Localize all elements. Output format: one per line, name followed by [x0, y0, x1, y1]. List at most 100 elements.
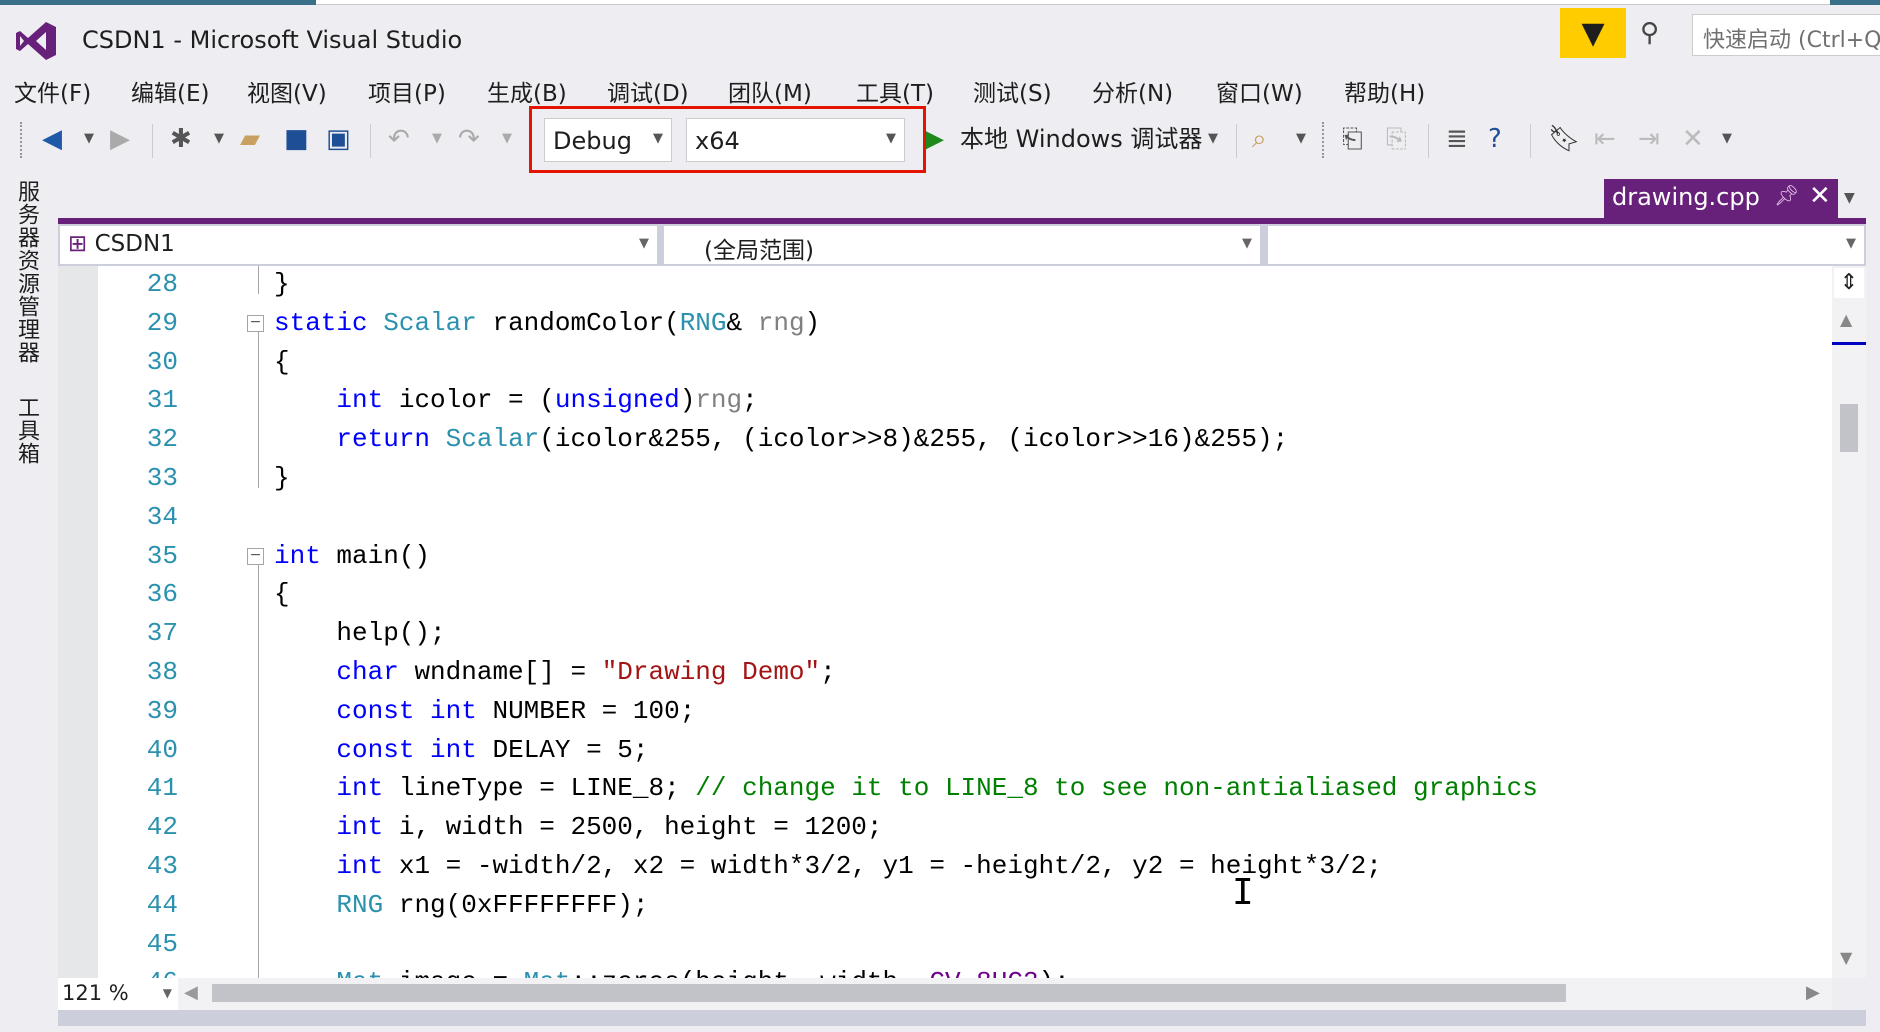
collapse-icon[interactable]: −: [247, 314, 264, 332]
toolbar-overflow-icon[interactable]: ▼: [1722, 122, 1732, 156]
window-title: CSDN1 - Microsoft Visual Studio: [82, 26, 463, 54]
redo-icon[interactable]: ↷: [458, 122, 480, 156]
code-token: );: [1039, 967, 1070, 978]
horizontal-scrollbar[interactable]: ◀ ▶: [178, 978, 1832, 1010]
menu-window[interactable]: 窗口(W): [1216, 74, 1303, 108]
scroll-left-icon[interactable]: ◀: [184, 982, 198, 1003]
next-bookmark-icon[interactable]: ⇥: [1638, 122, 1660, 156]
code-text: int x1 = -width/2, x2 = width*3/2, y1 = …: [274, 847, 1381, 886]
code-token: DELAY = 5;: [476, 734, 649, 765]
menu-team[interactable]: 团队(M): [728, 74, 812, 108]
new-project-dropdown-icon[interactable]: ▼: [214, 122, 224, 156]
code-editor[interactable]: 28} 29− static Scalar randomColor(RNG& rng…: [58, 266, 1832, 978]
scope-select[interactable]: (全局范围) ▼: [664, 226, 1260, 264]
menu-view[interactable]: 视图(V): [247, 74, 327, 108]
code-token: const: [336, 695, 415, 726]
forward-icon[interactable]: ▶: [110, 122, 130, 156]
save-all-icon[interactable]: ▣: [326, 122, 351, 156]
collapse-icon[interactable]: −: [247, 547, 264, 565]
tab-label: drawing.cpp: [1612, 183, 1760, 211]
code-line: 45: [58, 925, 1832, 964]
scroll-up-icon[interactable]: ▲: [1840, 310, 1852, 329]
notification-filter-icon[interactable]: ▼: [1560, 8, 1626, 58]
code-token: RNG: [336, 889, 384, 920]
menu-tools[interactable]: 工具(T): [856, 74, 934, 108]
find-in-files-icon[interactable]: ⌕: [1252, 122, 1267, 156]
open-file-icon[interactable]: ▰: [240, 122, 260, 156]
code-line: 38 char wndname[] = "Drawing Demo";: [58, 653, 1832, 692]
code-text: return Scalar(icolor&255, (icolor>>8)&25…: [274, 420, 1288, 459]
undo-icon[interactable]: ↶: [388, 122, 410, 156]
vertical-scroll-thumb[interactable]: [1840, 404, 1858, 452]
scroll-right-icon[interactable]: ▶: [1806, 982, 1820, 1003]
quick-info-icon[interactable]: ?: [1488, 122, 1502, 156]
menu-test[interactable]: 测试(S): [973, 74, 1052, 108]
project-value: CSDN1: [94, 231, 175, 257]
menu-edit[interactable]: 编辑(E): [131, 74, 209, 108]
code-line: 29 − static Scalar randomColor(RNG& rng): [58, 304, 1832, 343]
line-number: 41: [146, 773, 178, 804]
member-select[interactable]: ▼: [1268, 226, 1864, 264]
vertical-scrollbar[interactable]: ⇕ ▲ ▼: [1832, 266, 1866, 978]
toolbar-overflow-icon[interactable]: ▼: [1296, 122, 1306, 156]
code-line: 34: [58, 498, 1832, 537]
split-window-icon[interactable]: ⇕: [1834, 268, 1864, 298]
code-text: const int DELAY = 5;: [274, 731, 649, 770]
tab-list-dropdown-icon[interactable]: ▼: [1844, 190, 1855, 206]
start-debugger-button[interactable]: 本地 Windows 调试器: [960, 122, 1202, 156]
toolbox-tab[interactable]: 工具箱: [10, 396, 42, 465]
save-icon[interactable]: ■: [284, 122, 309, 156]
server-explorer-tab[interactable]: 服务器资源管理器: [10, 180, 42, 364]
zoom-select[interactable]: 121 % ▼: [58, 978, 178, 1010]
pin-icon[interactable]: 📌︎: [1774, 183, 1799, 207]
step-into-icon[interactable]: ⎗: [1342, 122, 1363, 156]
menu-build[interactable]: 生成(B): [487, 74, 567, 108]
code-token: &: [726, 307, 758, 338]
outline-guide: [258, 564, 259, 978]
back-dropdown-icon[interactable]: ▼: [84, 122, 94, 156]
back-icon[interactable]: ◀: [42, 122, 62, 156]
scroll-down-icon[interactable]: ▼: [1840, 948, 1852, 967]
project-select[interactable]: ⊞ CSDN1 ▼: [60, 226, 657, 264]
highlight-box: [529, 106, 926, 173]
start-debug-icon[interactable]: ▶: [924, 122, 944, 156]
code-token: ;: [820, 657, 836, 687]
code-token: ): [804, 307, 821, 338]
code-text: {: [274, 575, 290, 614]
new-project-icon[interactable]: ✱: [170, 122, 192, 156]
bookmark-icon[interactable]: 🔖︎: [1548, 122, 1581, 156]
undo-dropdown-icon[interactable]: ▼: [432, 122, 442, 156]
code-line: 37 help();: [58, 614, 1832, 653]
toolbar-grip[interactable]: [1322, 122, 1326, 158]
menu-project[interactable]: 项目(P): [368, 74, 446, 108]
code-token: main(): [320, 540, 431, 571]
feedback-icon[interactable]: ⚲: [1640, 18, 1659, 48]
horizontal-scroll-thumb[interactable]: [212, 984, 1566, 1002]
line-number: 32: [146, 424, 178, 455]
previous-bookmark-icon[interactable]: ⇤: [1594, 122, 1616, 156]
menu-file[interactable]: 文件(F): [14, 74, 91, 108]
code-token: int: [336, 851, 384, 881]
close-icon[interactable]: ✕: [1809, 181, 1831, 211]
code-token: help();: [274, 618, 446, 649]
menu-debug[interactable]: 调试(D): [607, 74, 689, 108]
toolbar-grip[interactable]: [20, 122, 24, 158]
code-token: int: [336, 773, 384, 804]
code-token: int: [336, 385, 384, 416]
comment-lines-icon[interactable]: ≣: [1446, 122, 1468, 156]
quick-launch-input[interactable]: 快速启动 (Ctrl+Q): [1692, 14, 1880, 56]
separator: [152, 124, 153, 158]
menu-help[interactable]: 帮助(H): [1344, 74, 1425, 108]
step-over-icon[interactable]: ⎘: [1386, 122, 1407, 156]
line-number: 37: [146, 618, 178, 649]
code-line: 42 int i, width = 2500, height = 1200;: [58, 808, 1832, 847]
redo-dropdown-icon[interactable]: ▼: [502, 122, 512, 156]
separator: [1428, 124, 1429, 158]
document-tab-drawing-cpp[interactable]: drawing.cpp 📌︎ ✕: [1604, 179, 1838, 219]
menu-analyze[interactable]: 分析(N): [1092, 74, 1173, 108]
clear-bookmarks-icon[interactable]: ✕: [1682, 122, 1704, 156]
debugger-dropdown-icon[interactable]: ▼: [1208, 122, 1218, 156]
